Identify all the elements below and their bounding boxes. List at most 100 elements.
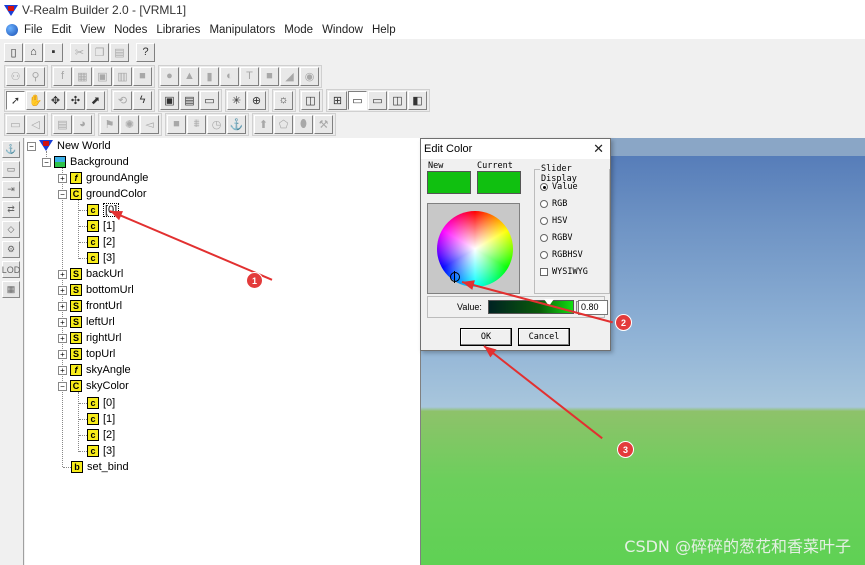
billboard-icon[interactable]: ▭: [2, 161, 20, 178]
shape-icon[interactable]: ◐: [220, 66, 239, 86]
anchor-icon[interactable]: ⚓: [2, 141, 20, 158]
tree-node-background[interactable]: − Background: [42, 154, 129, 170]
tree-item-skycolor-1[interactable]: c [1]: [87, 411, 115, 427]
box2-icon[interactable]: ■: [167, 114, 186, 134]
sound-icon[interactable]: ◁: [26, 114, 45, 134]
move-xy-icon[interactable]: ✣: [66, 90, 85, 110]
expand-icon[interactable]: +: [58, 285, 67, 295]
menu-nodes[interactable]: Nodes: [114, 24, 147, 36]
move-icon[interactable]: ✥: [46, 90, 65, 110]
tree-field-fronturl[interactable]: + S frontUrl: [58, 298, 122, 314]
function-icon[interactable]: f: [53, 66, 72, 86]
tree-field-righturl[interactable]: + S rightUrl: [58, 330, 121, 346]
tree-field-bottomurl[interactable]: + S bottomUrl: [58, 282, 134, 298]
expand-icon[interactable]: +: [58, 269, 67, 279]
axis-icon[interactable]: ⬈: [86, 90, 105, 110]
view-icon[interactable]: ▣: [160, 90, 179, 110]
film-icon[interactable]: ▦: [73, 66, 92, 86]
tree-field-skycolor[interactable]: − C skyColor: [58, 378, 129, 394]
lod-icon[interactable]: LOD: [2, 261, 20, 278]
wysiwyg-checkbox[interactable]: WYSIWYG: [540, 267, 588, 277]
anchor2-icon[interactable]: ⚓: [227, 114, 246, 134]
radio-value[interactable]: Value: [540, 182, 578, 192]
dialog-title-bar[interactable]: Edit Color ✕: [421, 139, 610, 159]
tree-item-groundcolor-3[interactable]: c [3]: [87, 250, 115, 266]
group-node-icon[interactable]: ⚇: [6, 66, 25, 86]
dirlight-icon[interactable]: ◅: [140, 114, 159, 134]
switch-icon[interactable]: ⇄: [2, 201, 20, 218]
menu-file[interactable]: File: [24, 24, 43, 36]
slider-icon[interactable]: ▭: [6, 114, 25, 134]
tree-item-groundcolor-2[interactable]: c [2]: [87, 234, 115, 250]
cancel-button[interactable]: Cancel: [518, 328, 570, 346]
expand-icon[interactable]: +: [58, 301, 67, 311]
menu-window[interactable]: Window: [322, 24, 363, 36]
tree-field-lefturl[interactable]: + S leftUrl: [58, 314, 115, 330]
layout-bottom-icon[interactable]: ▭: [368, 90, 387, 110]
inline-icon[interactable]: ⇥: [2, 181, 20, 198]
tree-field-groundangle[interactable]: + f groundAngle: [58, 170, 148, 186]
color-wheel[interactable]: [437, 211, 513, 287]
radio-hsv[interactable]: HSV: [540, 216, 567, 226]
rotate-icon[interactable]: ⟲: [113, 90, 132, 110]
layout-left-icon[interactable]: ◧: [408, 90, 427, 110]
up-arrow-icon[interactable]: ⬆: [254, 114, 273, 134]
expand-icon[interactable]: +: [58, 317, 67, 327]
layout1-icon[interactable]: ◫: [301, 90, 320, 110]
transform-icon[interactable]: ◇: [2, 221, 20, 238]
text-icon[interactable]: T: [240, 66, 259, 86]
terrain-icon[interactable]: ⩩: [187, 114, 206, 134]
tree-item-skycolor-2[interactable]: c [2]: [87, 427, 115, 443]
collapse-icon[interactable]: −: [58, 189, 67, 199]
paste-icon[interactable]: ▤: [110, 42, 129, 62]
wheel-cursor-icon[interactable]: [450, 271, 460, 283]
shield-icon[interactable]: ⬠: [274, 114, 293, 134]
panel-icon[interactable]: ▣: [93, 66, 112, 86]
radio-rgbhsv[interactable]: RGBHSV: [540, 250, 583, 260]
menu-manipulators[interactable]: Manipulators: [209, 24, 275, 36]
spotlight-icon[interactable]: ✺: [120, 114, 139, 134]
close-icon[interactable]: ✕: [593, 141, 604, 157]
menu-help[interactable]: Help: [372, 24, 396, 36]
leaf-icon[interactable]: ⬮: [294, 114, 313, 134]
cone-icon[interactable]: ▲: [180, 66, 199, 86]
tree-node-world[interactable]: − New World: [27, 138, 111, 154]
tree-field-groundcolor[interactable]: − C groundColor: [58, 186, 147, 202]
star-icon[interactable]: ✳: [227, 90, 246, 110]
elevation-icon[interactable]: ◉: [300, 66, 319, 86]
pointlight-icon[interactable]: ⚑: [100, 114, 119, 134]
expand-icon[interactable]: +: [58, 333, 67, 343]
menu-view[interactable]: View: [80, 24, 105, 36]
menu-libraries[interactable]: Libraries: [156, 24, 200, 36]
world-icon[interactable]: ⊕: [247, 90, 266, 110]
help-icon[interactable]: ?: [136, 42, 155, 62]
script-icon[interactable]: ⚒: [314, 114, 333, 134]
group-icon[interactable]: ▦: [2, 281, 20, 298]
expand-icon[interactable]: +: [58, 349, 67, 359]
radio-rgb[interactable]: RGB: [540, 199, 567, 209]
radio-rgbv[interactable]: RGBV: [540, 233, 572, 243]
tree-field-skyangle[interactable]: + f skyAngle: [58, 362, 131, 378]
sphere-icon[interactable]: ●: [160, 66, 179, 86]
collapse-icon[interactable]: −: [58, 381, 67, 391]
cut-icon[interactable]: ✂: [70, 42, 89, 62]
collapse-icon[interactable]: −: [42, 157, 51, 167]
view2-icon[interactable]: ▤: [180, 90, 199, 110]
expand-icon[interactable]: +: [58, 365, 67, 375]
cube-icon[interactable]: ■: [260, 66, 279, 86]
menu-edit[interactable]: Edit: [52, 24, 72, 36]
tree-item-skycolor-0[interactable]: c [0]: [87, 395, 115, 411]
frame-icon[interactable]: ▥: [113, 66, 132, 86]
hand-icon[interactable]: ✋: [26, 90, 45, 110]
extrusion-icon[interactable]: ◢: [280, 66, 299, 86]
tree-field-backurl[interactable]: + S backUrl: [58, 266, 123, 282]
menu-mode[interactable]: Mode: [284, 24, 313, 36]
cylinder-icon[interactable]: ▮: [200, 66, 219, 86]
texture-icon[interactable]: ◕: [73, 114, 92, 134]
lightning-icon[interactable]: ϟ: [133, 90, 152, 110]
layout-right-icon[interactable]: ◫: [388, 90, 407, 110]
tree-event-setbind[interactable]: b set_bind: [71, 459, 129, 475]
layout-single-icon[interactable]: ▭: [348, 90, 367, 110]
collision-icon[interactable]: ⚙: [2, 241, 20, 258]
collapse-icon[interactable]: −: [27, 141, 36, 151]
